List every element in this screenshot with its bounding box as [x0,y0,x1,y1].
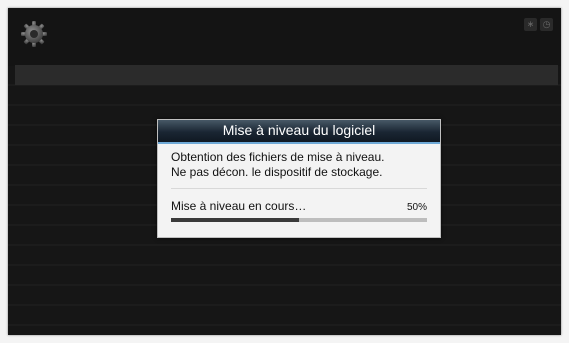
bluetooth-icon: ∗ [524,18,537,31]
progress-bar [171,218,427,222]
progress-label: Mise à niveau en cours… [171,199,307,213]
progress-percent: 50% [406,202,427,213]
progress-row: Mise à niveau en cours… 50% [171,199,427,213]
status-icons: ∗ ◷ [524,18,553,31]
message-line-1: Obtention des fichiers de mise à niveau. [171,150,385,164]
menu-bar [15,65,558,85]
divider [171,188,427,189]
tv-screen: ∗ ◷ Mise à niveau du logiciel Obtention … [8,8,561,335]
message-line-2: Ne pas décon. le dispositif de stockage. [171,165,383,179]
software-update-dialog: Mise à niveau du logiciel Obtention des … [157,119,441,238]
dialog-message: Obtention des fichiers de mise à niveau.… [158,144,440,180]
settings-gear-icon [19,19,49,49]
progress-bar-fill [171,218,299,222]
dialog-title: Mise à niveau du logiciel [158,120,440,144]
tv-frame: ∗ ◷ Mise à niveau du logiciel Obtention … [0,0,569,343]
clock-icon: ◷ [540,18,553,31]
